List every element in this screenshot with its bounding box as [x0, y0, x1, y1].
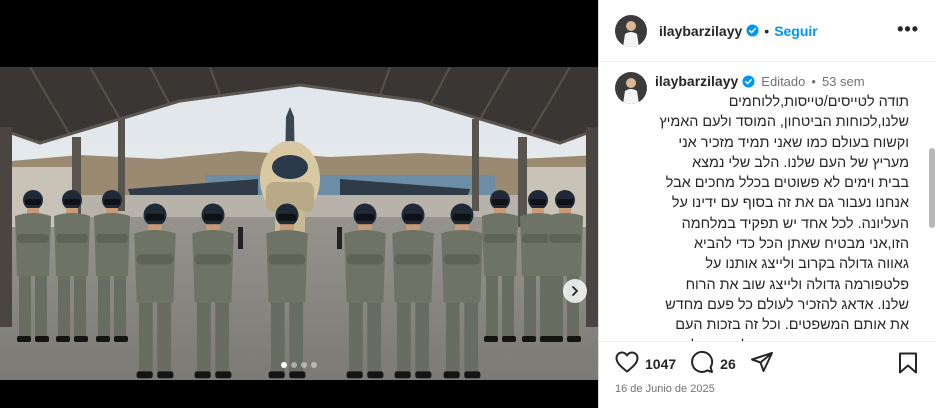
- caption-area: ilaybarzilayy Editado • 53 sem תודה לטיי…: [599, 62, 936, 342]
- share-icon[interactable]: [750, 350, 774, 377]
- bookmark-icon[interactable]: [898, 352, 918, 379]
- post-media: [0, 0, 598, 408]
- separator: •: [811, 73, 816, 89]
- carousel-dot[interactable]: [281, 362, 287, 368]
- caption-line: שלנו. אדאג להזכיר לעולם כל פעם מחדש: [665, 296, 909, 313]
- like-count[interactable]: 1047: [645, 356, 676, 372]
- caption-line: וקשוח בעולם כמו שאני תמיד מזכיר אני: [678, 134, 909, 151]
- caption-line: פלטפורמה גדולה ולייצג שוב את הרוח: [685, 276, 909, 293]
- caption-line: שלנו,לכוחות הביטחון, המוסד ולעם האמיץ: [659, 114, 909, 131]
- chevron-right-icon: [572, 286, 578, 296]
- more-options-icon[interactable]: •••: [897, 20, 919, 38]
- carousel-next-button[interactable]: [563, 279, 587, 303]
- caption-meta: ilaybarzilayy Editado • 53 sem: [655, 73, 865, 89]
- carousel-indicator: [0, 362, 598, 368]
- caption-line: והצבא וכוחות הביטחון כי בלעדיהם לא: [615, 336, 909, 341]
- caption-line: את אותם המשפטים. וכל זה בזכות העם: [675, 317, 909, 334]
- post-time-ago[interactable]: 53 sem: [822, 74, 865, 89]
- username-link[interactable]: ilaybarzilayy: [659, 23, 742, 39]
- post-caption: תודה לטייסים/טייסות,ללוחמים שלנו,לכוחות ה…: [615, 92, 909, 341]
- verified-badge-icon: [746, 24, 759, 37]
- heart-icon[interactable]: [615, 351, 639, 376]
- caption-line: הזו,אני מבטיח שאתן הכל כדי להביא: [693, 236, 909, 253]
- post-photo[interactable]: [0, 67, 598, 380]
- carousel-dot[interactable]: [311, 362, 317, 368]
- carousel-dot[interactable]: [301, 362, 307, 368]
- follow-button[interactable]: Seguir: [774, 23, 818, 39]
- separator: •: [764, 22, 770, 39]
- caption-line: אנחנו נעבור גם את זה בסוף עם ידינו על: [671, 195, 909, 212]
- caption-line: מעריץ של העם שלנו. הלב שלי נמצא: [692, 154, 909, 171]
- edited-label: Editado: [761, 73, 806, 89]
- caption-line: גאווה גדולה בקרוב ולייצג אותנו על: [705, 256, 909, 273]
- caption-line: העליונה. לכל אחד יש תפקיד במלחמה: [681, 215, 909, 232]
- carousel-dot[interactable]: [291, 362, 297, 368]
- action-bar: 1047 26: [615, 350, 774, 377]
- hangar-photo: [0, 67, 598, 380]
- caption-line: בבית וימים לא פשוטים בכלל מחכים אבל: [665, 175, 909, 192]
- verified-badge-icon: [742, 74, 755, 88]
- caption-scrollbar[interactable]: [929, 148, 935, 228]
- caption-line: תודה לטייסים/טייסות,ללוחמים: [728, 94, 909, 110]
- caption-username-link[interactable]: ilaybarzilayy: [655, 73, 738, 89]
- comment-icon[interactable]: [690, 350, 714, 377]
- post-date[interactable]: 16 de Junio de 2025: [615, 383, 715, 395]
- avatar[interactable]: [615, 14, 647, 47]
- post-header: ilaybarzilayy • Seguir •••: [599, 0, 936, 62]
- comment-count[interactable]: 26: [720, 356, 736, 372]
- post-detail-panel: ilaybarzilayy • Seguir ••• ilaybarzilayy…: [598, 0, 936, 408]
